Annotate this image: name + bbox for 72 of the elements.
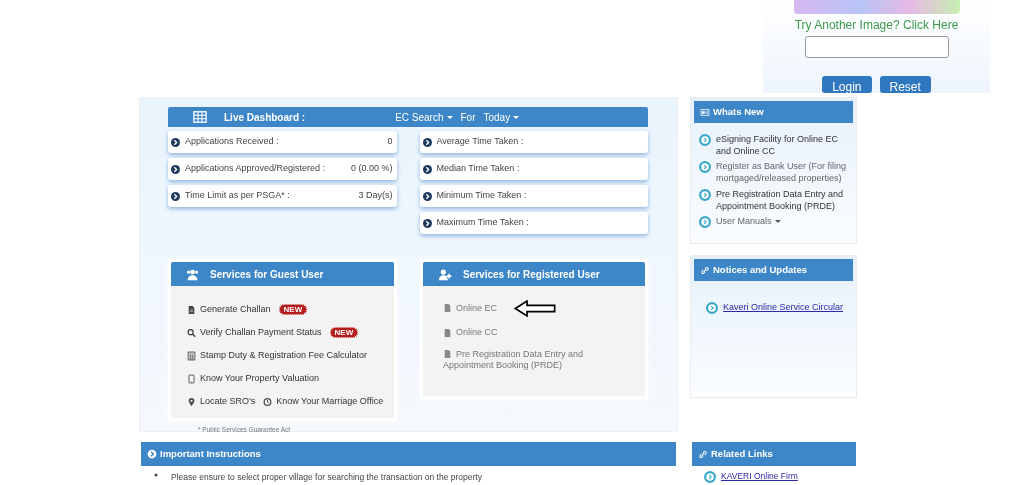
users-icon: [185, 267, 200, 281]
chevron-circle-icon: [704, 471, 716, 483]
new-badge: NEW: [329, 326, 359, 339]
stat-label: Time Limit as per PSGA* :: [185, 189, 290, 203]
search-icon: [187, 327, 196, 338]
service-link[interactable]: Know Your Property Valuation: [187, 371, 319, 386]
news-link[interactable]: Pre Registration Data Entry and Appointment Booking (PRDE): [716, 187, 849, 212]
chevron-circle-icon: [699, 188, 711, 201]
newspaper-icon: [700, 107, 710, 117]
chevron-circle-icon: [147, 449, 157, 459]
service-link[interactable]: Online CC: [443, 327, 498, 339]
chevron-circle-icon: [699, 134, 711, 146]
search-type-dropdown[interactable]: EC Search: [395, 109, 453, 125]
for-label: For: [460, 110, 476, 125]
document-icon: [443, 327, 452, 338]
chevron-circle-icon: [699, 161, 711, 174]
related-link[interactable]: KAVERI Online Firm: [721, 470, 798, 483]
reset-button[interactable]: Reset: [879, 76, 931, 93]
chevron-circle-icon: [171, 137, 180, 147]
related-links-title: Related Links: [711, 446, 773, 461]
stat-value: 3 Day(s): [358, 189, 393, 203]
news-link[interactable]: Register as Bank User (For filing mortgaged/released properties): [716, 160, 849, 185]
notices-title: Notices and Updates: [713, 262, 807, 277]
period-dropdown[interactable]: Today: [483, 109, 520, 125]
chevron-circle-icon: [422, 218, 432, 228]
stat-label: Applications Approved/Registered :: [185, 162, 326, 176]
phone-icon: [187, 373, 196, 384]
service-link[interactable]: Stamp Duty & Registration Fee Calculator: [187, 348, 368, 363]
user-plus-icon: [437, 267, 453, 281]
document-icon: [443, 349, 452, 360]
whats-new-title: Whats New: [713, 104, 764, 119]
captcha-refresh-link[interactable]: Try Another Image? Click Here: [794, 16, 959, 34]
stat-label: Maximum Time Taken :: [436, 216, 529, 230]
service-link[interactable]: Verify Challan Payment Status: [187, 325, 322, 340]
chevron-circle-icon: [171, 164, 180, 174]
service-link[interactable]: Generate Challan: [187, 302, 271, 317]
stat-value: 0 (0.00 %): [350, 162, 393, 176]
clock-icon: [263, 396, 273, 407]
service-link[interactable]: Pre Registration Data Entry and Appointment Booking (PRDE): [443, 348, 633, 373]
chevron-circle-icon: [422, 191, 432, 201]
table-icon: [192, 110, 208, 124]
registered-services-title: Services for Registered User: [463, 267, 600, 282]
calculator-icon: [187, 350, 196, 361]
document-icon: [187, 304, 196, 315]
instructions-title: Important Instructions: [160, 446, 261, 461]
link-icon: [700, 265, 710, 275]
document-icon: [443, 303, 452, 314]
dashboard-title: Live Dashboard :: [224, 110, 306, 125]
bullet-icon: [153, 471, 159, 479]
link-icon: [698, 449, 708, 459]
captcha-input[interactable]: [804, 36, 949, 58]
notice-link[interactable]: Kaveri Online Service Circular: [723, 301, 844, 314]
stat-label: Minimum Time Taken :: [436, 189, 527, 203]
chevron-circle-icon: [706, 302, 718, 314]
map-pin-icon: [187, 396, 196, 407]
stat-value: 0: [387, 135, 393, 149]
stat-label: Applications Received :: [185, 135, 279, 149]
stat-label: Median Time Taken :: [436, 162, 520, 176]
news-link[interactable]: eSigning Facility for Online EC and Online CC: [716, 133, 849, 158]
chevron-circle-icon: [171, 191, 180, 201]
news-link[interactable]: User Manuals: [716, 214, 781, 228]
service-link[interactable]: Know Your Marriage Office: [263, 394, 384, 409]
new-badge: NEW: [278, 303, 308, 316]
service-link[interactable]: Locate SRO's: [187, 394, 256, 409]
chevron-circle-icon: [422, 164, 432, 174]
stat-label: Average Time Taken :: [436, 135, 524, 149]
instruction-text: Please ensure to select proper village for searching the transaction on the property: [171, 471, 482, 484]
chevron-circle-icon: [699, 215, 711, 228]
login-button[interactable]: Login: [822, 76, 872, 93]
service-link[interactable]: Online EC: [443, 302, 498, 315]
chevron-circle-icon: [422, 137, 432, 147]
guest-services-title: Services for Guest User: [210, 267, 324, 282]
